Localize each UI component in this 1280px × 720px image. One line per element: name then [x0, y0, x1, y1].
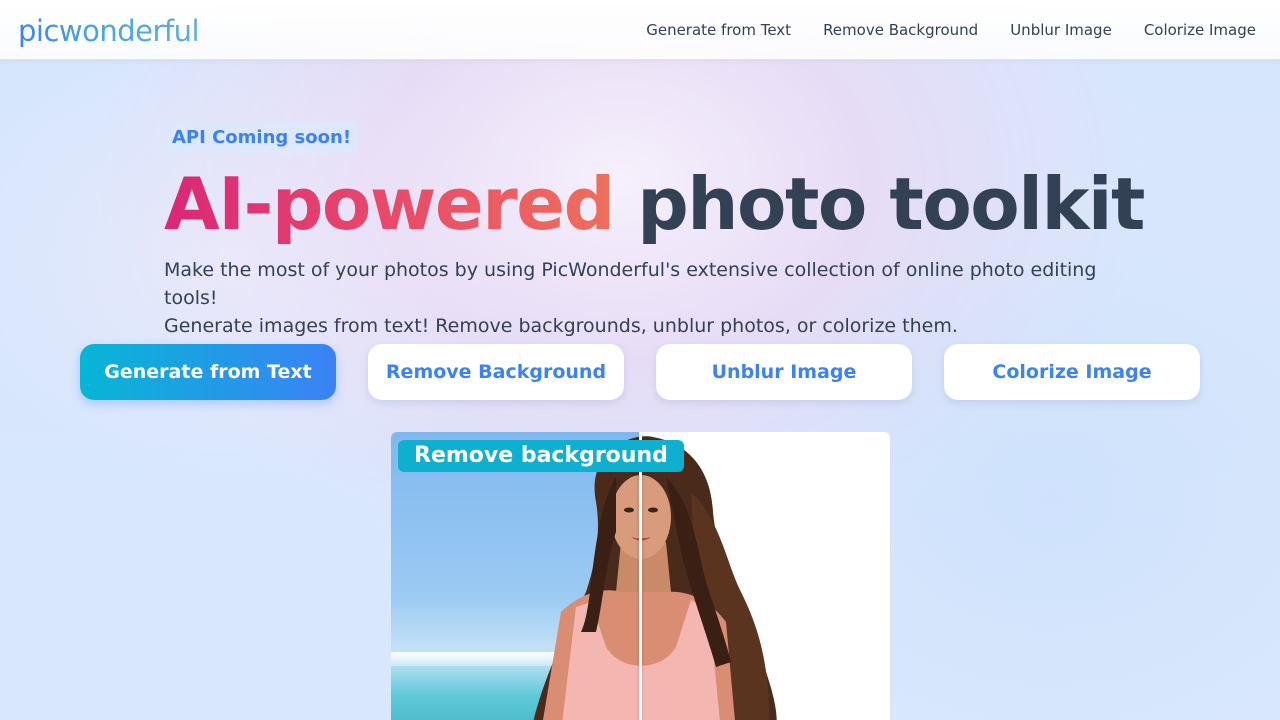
unblur-image-button[interactable]: Unblur Image [656, 344, 912, 400]
tool-buttons: Generate from Text Remove Background Unb… [80, 344, 1200, 400]
picwonderful-logo[interactable]: picwonderful [18, 13, 200, 49]
nav-colorize-image[interactable]: Colorize Image [1144, 21, 1256, 39]
nav-unblur-image[interactable]: Unblur Image [1010, 21, 1112, 39]
api-coming-soon-badge: API Coming soon! [164, 122, 360, 154]
hero-description: Make the most of your photos by using Pi… [164, 256, 1144, 340]
hero-title-highlight: AI-powered [164, 162, 615, 246]
generate-from-text-button[interactable]: Generate from Text [80, 344, 336, 400]
hero-title: AI-powered photo toolkit [164, 158, 1145, 250]
nav-remove-background[interactable]: Remove Background [823, 21, 978, 39]
top-navbar: picwonderful Generate from Text Remove B… [0, 0, 1280, 60]
preview-label: Remove background [398, 440, 684, 472]
hero-description-line-1: Make the most of your photos by using Pi… [164, 259, 1097, 309]
nav-generate-from-text[interactable]: Generate from Text [646, 21, 791, 39]
hero-description-line-2: Generate images from text! Remove backgr… [164, 315, 958, 337]
colorize-image-button[interactable]: Colorize Image [944, 344, 1200, 400]
remove-background-button[interactable]: Remove Background [368, 344, 624, 400]
main-nav: Generate from Text Remove Background Unb… [646, 0, 1256, 60]
before-after-preview [391, 432, 890, 720]
before-after-divider[interactable] [639, 432, 642, 720]
hero-title-rest: photo toolkit [637, 162, 1145, 246]
